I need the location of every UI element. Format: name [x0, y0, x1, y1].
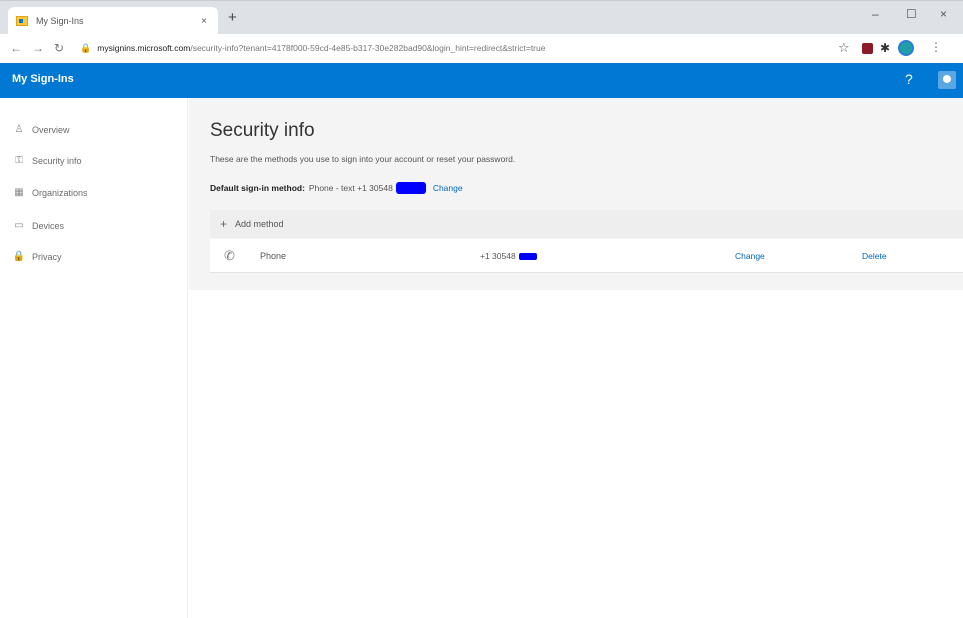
sidebar-item-label: Devices — [32, 220, 65, 231]
organization-icon: ▦ — [14, 187, 24, 198]
method-name: Phone — [260, 251, 287, 261]
url-host: mysignins.microsoft.com — [97, 43, 191, 53]
sidebar-item-overview[interactable]: ♙ Overview — [12, 124, 70, 135]
sidebar-item-label: Organizations — [32, 187, 88, 198]
default-method-label: Default sign-in method: — [210, 183, 305, 193]
sidebar: ♙ Overview ⚿ Security info ▦ Organizatio… — [0, 98, 188, 618]
page-description: These are the methods you use to sign in… — [210, 154, 516, 164]
url-path: /security-info?tenant=4178f000-59cd-4e85… — [190, 43, 546, 53]
lock-icon: 🔒 — [12, 251, 26, 262]
app-header: My Sign-Ins ? — [0, 63, 963, 98]
address-bar[interactable]: mysignins.microsoft.com/security-info?te… — [97, 43, 787, 53]
profile-avatar[interactable] — [898, 40, 914, 56]
person-icon: ♙ — [14, 124, 24, 135]
browser-tab[interactable]: My Sign-Ins × — [8, 7, 218, 35]
tab-title: My Sign-Ins — [36, 16, 84, 26]
forward-icon[interactable]: → — [32, 41, 44, 55]
default-sign-in-method: Default sign-in method: Phone - text +1 … — [210, 182, 463, 194]
key-icon: ⚿ — [15, 155, 23, 166]
default-method-value: Phone - text +1 30548 — [308, 183, 393, 193]
extensions-puzzle-icon[interactable]: ✱ — [880, 41, 890, 55]
sidebar-item-security-info[interactable]: ⚿ Security info — [12, 155, 82, 166]
new-tab-button[interactable]: + — [228, 9, 237, 26]
main-content: Security info These are the methods you … — [189, 98, 963, 618]
sidebar-item-label: Overview — [32, 124, 70, 135]
method-delete-link[interactable]: Delete — [862, 251, 887, 261]
reload-icon[interactable]: ↻ — [54, 41, 64, 55]
add-method-label: Add method — [235, 219, 284, 229]
redaction-mark — [395, 182, 426, 194]
bookmark-star-icon[interactable]: ☆ — [838, 40, 850, 56]
page-title: Security info — [210, 120, 315, 141]
app-favicon-icon — [16, 16, 28, 26]
browser-menu-icon[interactable]: ⋮ — [930, 40, 942, 54]
secure-lock-icon[interactable]: 🔒 — [80, 43, 91, 54]
method-row: ✆ Phone +1 30548 Change Delete — [210, 239, 963, 273]
method-change-link[interactable]: Change — [735, 251, 765, 261]
add-method-button[interactable]: + Add method — [210, 210, 963, 238]
tab-close-icon[interactable]: × — [198, 16, 210, 27]
account-avatar[interactable] — [938, 71, 956, 89]
sidebar-item-label: Privacy — [32, 251, 62, 262]
phone-icon: ✆ — [224, 248, 235, 263]
default-change-link[interactable]: Change — [433, 183, 463, 193]
help-icon[interactable]: ? — [905, 71, 913, 87]
plus-icon: + — [220, 217, 228, 231]
maximize-button[interactable]: ☐ — [906, 7, 917, 21]
app-title[interactable]: My Sign-Ins — [12, 73, 74, 85]
sidebar-item-organizations[interactable]: ▦ Organizations — [12, 187, 88, 198]
sidebar-item-devices[interactable]: ▭ Devices — [12, 220, 64, 231]
devices-icon: ▭ — [14, 220, 24, 231]
extension-icon[interactable] — [862, 43, 873, 54]
redaction-mark — [518, 252, 537, 260]
window-close-button[interactable]: × — [940, 7, 947, 21]
back-icon[interactable]: ← — [10, 41, 22, 55]
minimize-button[interactable]: – — [872, 7, 879, 21]
browser-toolbar: ← → ↻ 🔒 mysignins.microsoft.com/security… — [0, 34, 963, 62]
sidebar-item-label: Security info — [32, 155, 82, 166]
method-value-text: +1 30548 — [480, 251, 516, 261]
method-value: +1 30548 — [480, 251, 540, 261]
browser-tabstrip: My Sign-Ins × + – ☐ × — [0, 0, 963, 35]
sidebar-item-privacy[interactable]: 🔒 Privacy — [12, 251, 62, 262]
